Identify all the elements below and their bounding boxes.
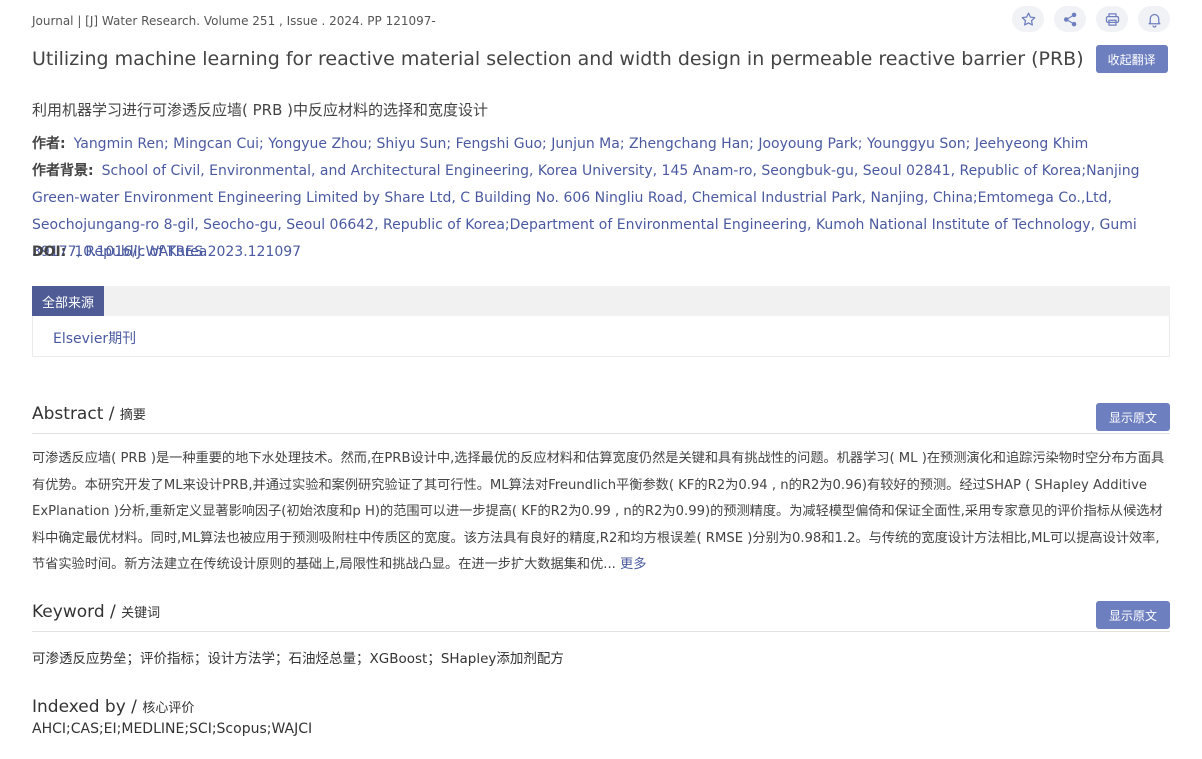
more-link[interactable]: 更多 [620,557,646,572]
abstract-text: 可渗透反应墙( PRB )是一种重要的地下水处理技术。然而,在PRB设计中,选择… [32,446,1172,579]
abstract-header: Abstract / 摘要 显示原文 [32,403,1170,434]
affiliation-label: 作者背景: [32,163,94,179]
bell-icon [1148,13,1160,28]
article-title: Utilizing machine learning for reactive … [32,48,1084,70]
sources-tab-bar: 全部来源 [32,286,1170,316]
tab-all-sources[interactable]: 全部来源 [32,286,105,316]
keyword-list: 可渗透反应势垒；评价指标；设计方法学；石油烃总量；XGBoost；SHapley… [32,651,564,667]
abstract-title: Abstract / 摘要 [32,404,146,424]
share-icon [1063,12,1076,26]
indexed-title-cn: 核心评价 [142,701,195,716]
article-title-translation: 利用机器学习进行可渗透反应墙( PRB )中反应材料的选择和宽度设计 [32,101,489,119]
abstract-show-original-button[interactable]: 显示原文 [1095,403,1170,431]
keyword-title-cn: 关键词 [121,606,161,621]
abstract-body: 可渗透反应墙( PRB )是一种重要的地下水处理技术。然而,在PRB设计中,选择… [32,451,1165,572]
title-row: Utilizing machine learning for reactive … [32,45,1168,73]
source-link-elsevier[interactable]: Elsevier期刊 [53,328,136,348]
doi-row: DOI: 10.1016/J.WATRES.2023.121097 [32,239,1170,266]
keyword-header: Keyword / 关键词 显示原文 [32,601,1170,632]
collapse-translation-button[interactable]: 收起翻译 [1095,45,1168,73]
authors-value[interactable]: Yangmin Ren; Mingcan Cui; Yongyue Zhou; … [74,136,1089,152]
toolbar [1012,6,1170,32]
notification-button[interactable] [1138,6,1170,32]
doi-label: DOI: [32,244,67,260]
abstract-title-en: Abstract / [32,404,120,424]
keyword-show-original-button[interactable]: 显示原文 [1095,601,1170,629]
indexed-title-en: Indexed by / [32,697,143,717]
print-button[interactable] [1096,6,1128,32]
authors-row: 作者: Yangmin Ren; Mingcan Cui; Yongyue Zho… [32,131,1170,158]
journal-citation: Journal | [J] Water Research. Volume 251… [32,14,436,28]
favorite-button[interactable] [1012,6,1044,32]
sources-panel: Elsevier期刊 [32,316,1170,357]
print-icon [1105,12,1119,26]
doi-link[interactable]: 10.1016/J.WATRES.2023.121097 [74,244,301,260]
indexed-list: AHCI;CAS;EI;MEDLINE;SCI;Scopus;WAJCI [32,721,313,737]
authors-label: 作者: [32,136,66,152]
indexed-title: Indexed by / 核心评价 [32,697,194,717]
keyword-title-en: Keyword / [32,602,122,622]
keyword-title: Keyword / 关键词 [32,602,160,622]
star-icon [1021,11,1035,26]
share-button[interactable] [1054,6,1086,32]
abstract-title-cn: 摘要 [119,408,146,423]
